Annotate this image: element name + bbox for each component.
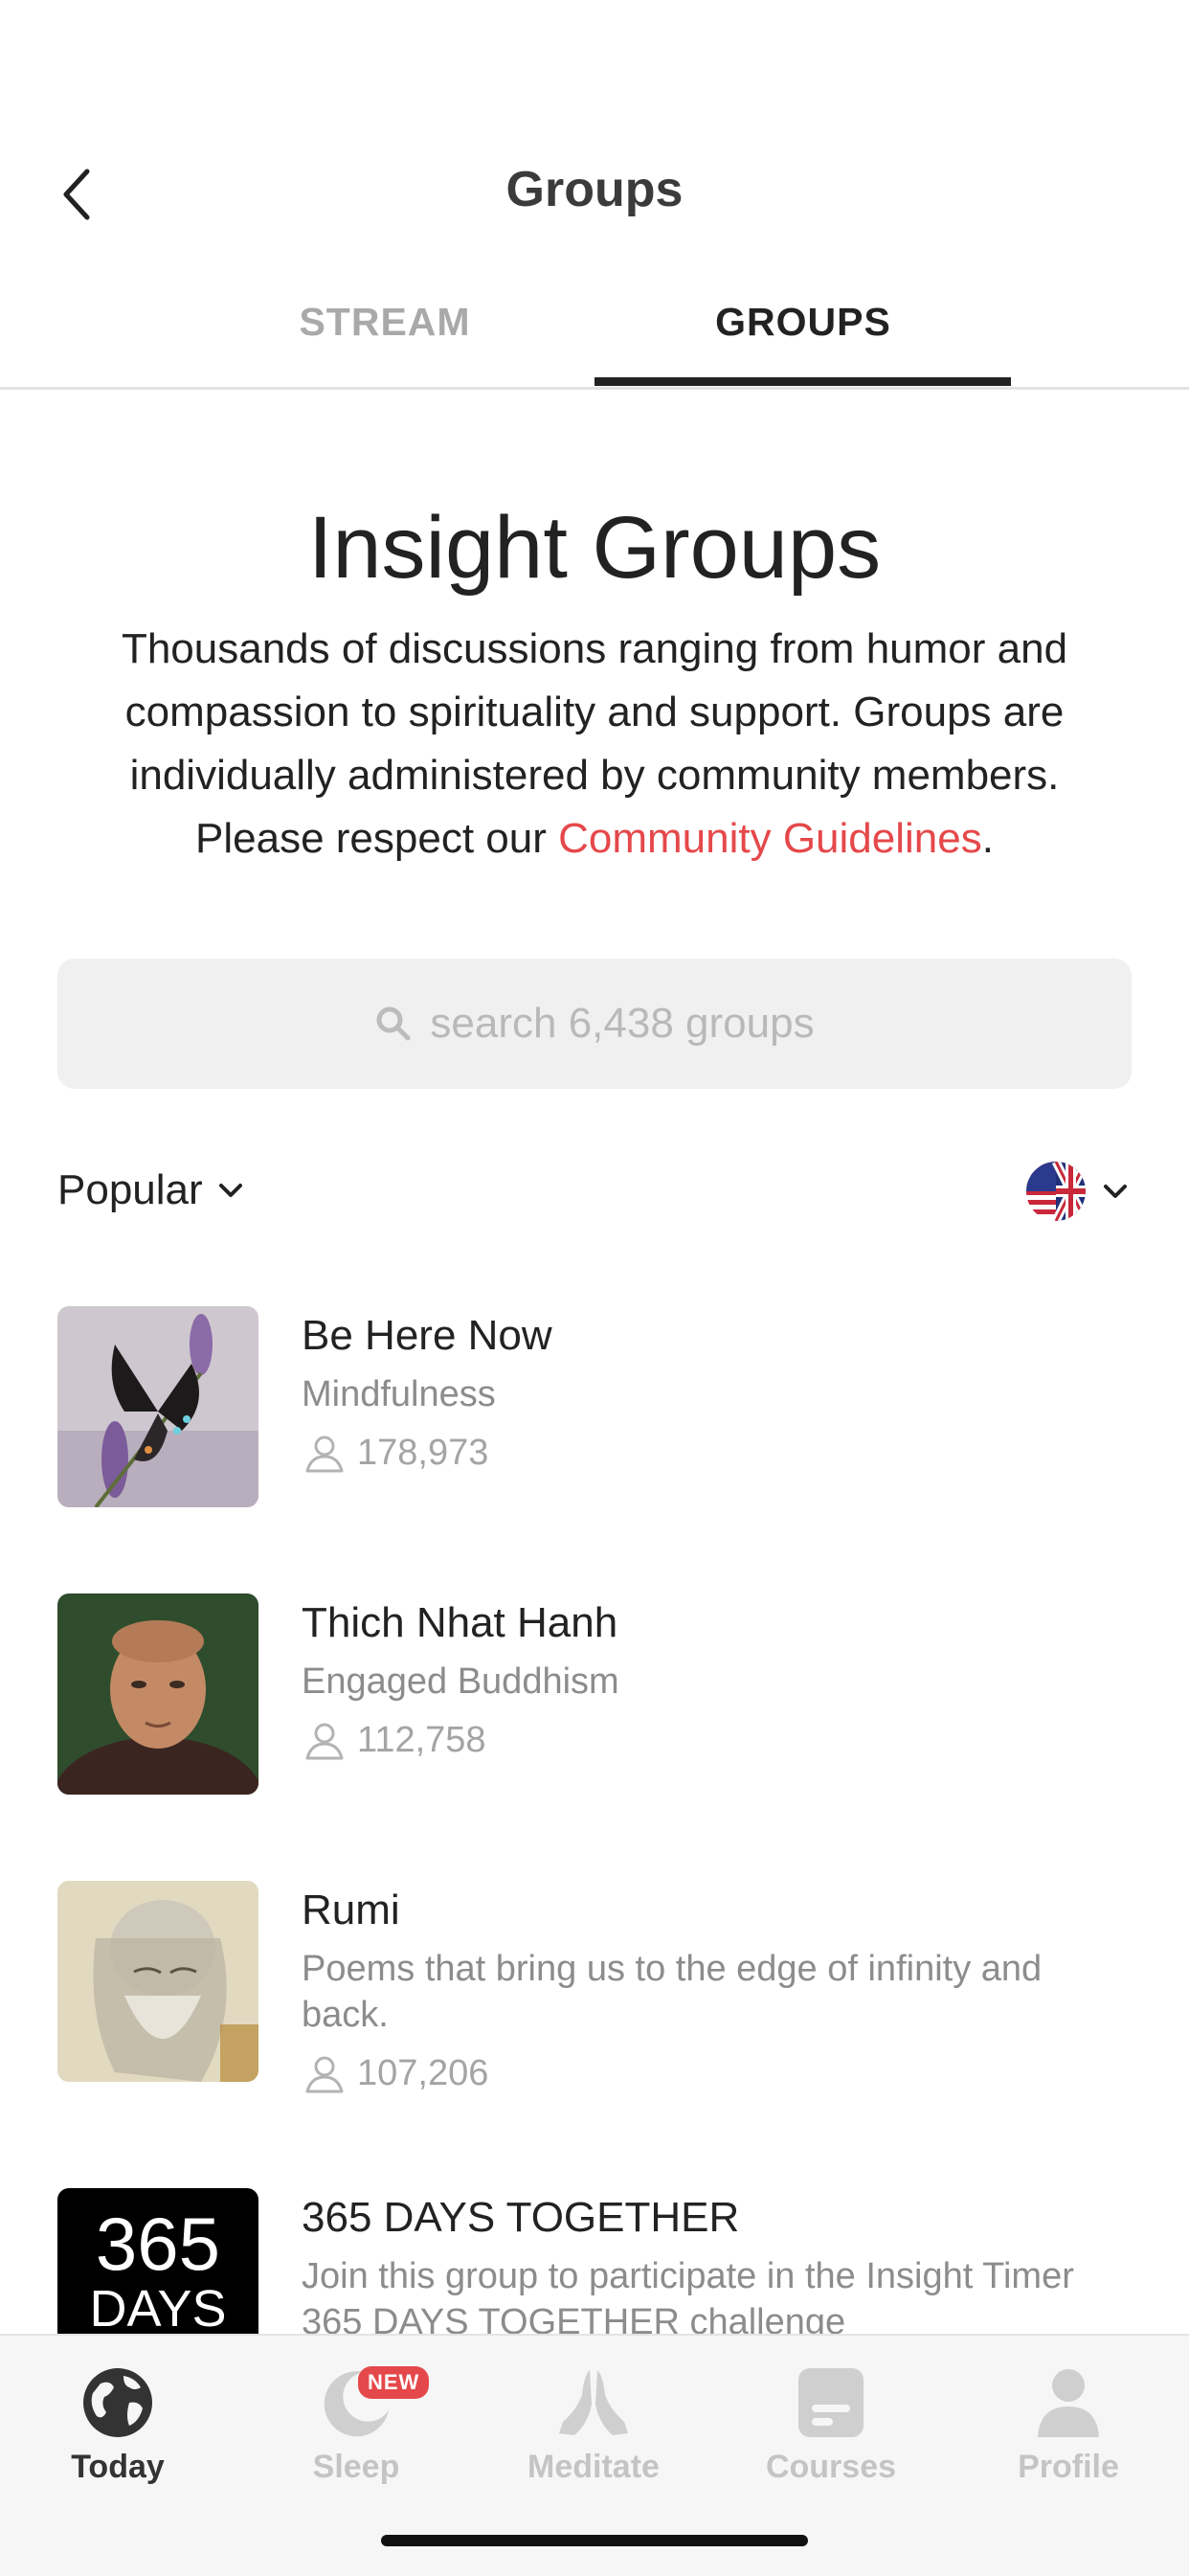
group-category: Mindfulness	[302, 1374, 496, 1414]
sort-label: Popular	[57, 1166, 203, 1213]
search-placeholder: search 6,438 groups	[430, 1000, 815, 1047]
members-icon	[305, 2056, 344, 2092]
group-thumbnail	[57, 1881, 258, 2082]
nav-label: Sleep	[312, 2449, 400, 2485]
group-category: Join this group to participate in the In…	[302, 2256, 1074, 2334]
hero-title: Insight Groups	[307, 499, 882, 597]
course-card-icon	[798, 2368, 864, 2437]
group-category: Engaged Buddhism	[302, 1661, 619, 1702]
us-uk-flag-icon	[1026, 1162, 1086, 1221]
nav-label: Today	[71, 2449, 165, 2485]
language-dropdown[interactable]	[1026, 1161, 1128, 1222]
search-input[interactable]: search 6,438 groups	[57, 959, 1132, 1089]
nav-label: Profile	[1018, 2449, 1119, 2485]
member-count: 107,206	[302, 2053, 1134, 2094]
member-count: 178,973	[302, 1433, 1134, 1474]
nav-meditate[interactable]: Meditate	[488, 2366, 699, 2486]
list-item[interactable]: Rumi Poems that bring us to the edge of …	[57, 1881, 1132, 2101]
group-thumbnail: 365 DAYS	[57, 2188, 258, 2334]
tab-stream[interactable]: STREAM	[176, 282, 594, 388]
member-count: 112,758	[302, 1720, 1134, 1761]
community-guidelines-link[interactable]: Community Guidelines	[558, 815, 982, 862]
members-icon	[305, 1435, 344, 1472]
group-category: Poems that bring us to the edge of infin…	[302, 1949, 1043, 2035]
chevron-down-icon	[1104, 1185, 1127, 1198]
search-icon	[376, 1006, 411, 1041]
new-badge: NEW	[358, 2366, 430, 2399]
group-thumbnail	[57, 1593, 258, 1795]
active-tab-indicator	[594, 377, 1011, 386]
nav-label: Meditate	[527, 2449, 660, 2485]
person-icon	[1038, 2369, 1099, 2437]
nav-courses[interactable]: Courses	[726, 2366, 936, 2486]
chevron-down-icon	[218, 1184, 242, 1197]
group-name: 365 DAYS TOGETHER	[302, 2194, 740, 2241]
praying-hands-icon	[559, 2370, 628, 2435]
globe-icon	[83, 2368, 152, 2437]
nav-today[interactable]: Today	[12, 2366, 223, 2486]
nav-sleep[interactable]: NEW Sleep	[251, 2366, 461, 2486]
nav-profile[interactable]: Profile	[963, 2366, 1174, 2486]
list-item[interactable]: Thich Nhat Hanh Engaged Buddhism 112,758	[57, 1593, 1132, 1795]
sort-dropdown[interactable]: Popular	[57, 1162, 243, 1219]
group-name: Be Here Now	[302, 1312, 552, 1359]
page-title: Groups	[505, 162, 684, 217]
tab-groups[interactable]: GROUPS	[594, 282, 1012, 388]
hero-description: Thousands of discussions ranging from hu…	[121, 625, 1068, 862]
group-name: Thich Nhat Hanh	[302, 1599, 618, 1646]
home-indicator	[381, 2535, 808, 2546]
members-icon	[305, 1723, 344, 1759]
list-item[interactable]: Be Here Now Mindfulness 178,973	[57, 1306, 1132, 1507]
header-divider	[0, 387, 1189, 390]
group-thumbnail	[57, 1306, 258, 1507]
group-name: Rumi	[302, 1887, 400, 1933]
list-item[interactable]: 365 DAYS 365 DAYS TOGETHER Join this gro…	[57, 2188, 1132, 2334]
tab-bar: STREAM GROUPS	[0, 282, 1189, 388]
nav-label: Courses	[765, 2449, 897, 2485]
